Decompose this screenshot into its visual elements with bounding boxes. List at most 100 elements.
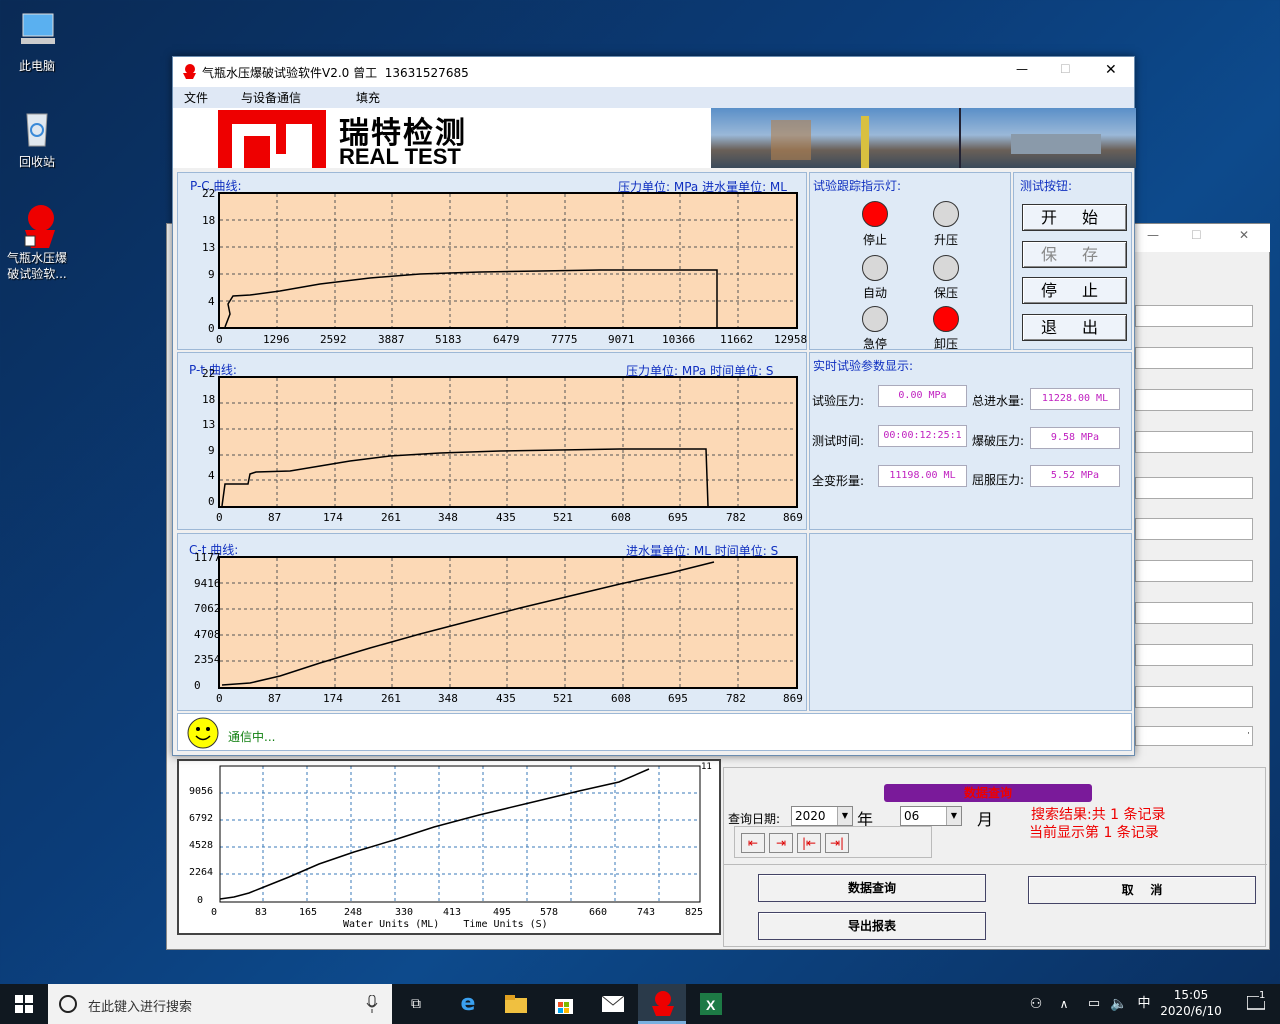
taskbar-app-active[interactable] (638, 984, 686, 1024)
record-field[interactable] (1135, 431, 1253, 453)
task-view-icon[interactable]: ⧉ (392, 984, 440, 1024)
pt-xtick: 261 (381, 511, 401, 524)
yield-pressure-value: 5.52 MPa (1030, 465, 1120, 487)
record-field[interactable] (1135, 686, 1253, 708)
lamp-release (933, 306, 959, 332)
history-curve (219, 768, 650, 900)
desktop-icon-this-pc[interactable]: 此电脑 (2, 10, 72, 74)
record-field[interactable] (1135, 602, 1253, 624)
history-xtick: 578 (540, 907, 559, 918)
back-minimize-icon[interactable]: — (1147, 228, 1159, 242)
volume-icon[interactable]: 🔈 (1106, 984, 1132, 1024)
nav-group: ⇤ ⇥ |⇤ ⇥| (734, 826, 932, 858)
desktop-icon-label: 破试验软... (7, 267, 67, 281)
history-ytick: 2264 (189, 867, 214, 878)
pt-xtick: 348 (438, 511, 458, 524)
buttons-title: 测试按钮: (1020, 179, 1073, 193)
desktop-icon-recycle-bin[interactable]: 回收站 (2, 106, 72, 170)
menu-device-comm[interactable]: 与设备通信 (241, 89, 301, 106)
next-record-button[interactable]: ⇥ (769, 833, 793, 853)
file-explorer-icon[interactable] (492, 984, 540, 1024)
pt-xtick: 782 (726, 511, 746, 524)
pt-xtick: 435 (496, 511, 516, 524)
edge-icon[interactable]: e (444, 984, 492, 1024)
status-bar: 通信中... (177, 713, 1132, 751)
back-maximize-icon[interactable]: ☐ (1191, 228, 1202, 242)
history-xtick: 0 (211, 907, 218, 918)
pt-chart (220, 378, 796, 507)
app-icon (183, 64, 196, 79)
microphone-icon[interactable] (366, 995, 378, 1013)
month-select[interactable]: 06 ▼ (900, 806, 962, 826)
ct-xtick: 869 (783, 692, 803, 705)
history-xlabel: Water Units (ML) Time Units (S) (343, 919, 548, 930)
cancel-button[interactable]: 取 消 (1028, 876, 1256, 904)
pt-ytick: 22 (202, 367, 216, 380)
record-field[interactable] (1135, 389, 1253, 411)
mail-icon[interactable] (589, 984, 637, 1024)
first-record-button[interactable]: |⇤ (797, 833, 821, 853)
ct-xtick: 782 (726, 692, 746, 705)
ct-curve-panel: C-t 曲线: 进水量单位: ML 时间单位: S 1177 9416 7062… (177, 533, 807, 711)
clock[interactable]: 15:05 2020/6/10 (1158, 987, 1224, 1021)
total-water-label: 总进水量: (972, 394, 1025, 408)
pt-xtick: 608 (611, 511, 631, 524)
menu-fill[interactable]: 填充 (356, 89, 380, 106)
back-window-titlebar: — ☐ ✕ (1127, 224, 1270, 252)
exit-button[interactable]: 退 出 (1022, 314, 1127, 341)
record-field[interactable] (1135, 644, 1253, 666)
excel-icon[interactable]: X (687, 984, 735, 1024)
ct-xtick: 348 (438, 692, 458, 705)
test-time-value: 00:00:12:25:1 (878, 425, 967, 447)
start-button[interactable]: 开 始 (1022, 204, 1127, 231)
start-button[interactable] (0, 984, 48, 1024)
close-button[interactable]: ✕ (1105, 62, 1117, 78)
record-field[interactable] (1135, 347, 1253, 369)
date-label: 查询日期: (728, 812, 781, 826)
pc-ytick: 18 (202, 214, 216, 227)
pt-xtick: 174 (323, 511, 343, 524)
test-pressure-label: 试验压力: (812, 394, 865, 408)
back-close-icon[interactable]: ✕ (1239, 228, 1249, 242)
month-value: 06 (904, 809, 920, 823)
record-select[interactable]: · (1135, 726, 1253, 746)
pc-xtick: 3887 (378, 333, 405, 346)
pc-ytick: 4 (208, 295, 215, 308)
ct-ytick: 9416 (194, 577, 221, 590)
store-icon[interactable] (540, 984, 588, 1024)
desktop-icon-label: 气瓶水压爆 (6, 251, 67, 265)
desktop-icon-app[interactable]: 气瓶水压爆 破试验软... (2, 202, 72, 282)
record-field[interactable] (1135, 305, 1253, 327)
maximize-button[interactable]: ☐ (1060, 62, 1071, 76)
record-field[interactable] (1135, 518, 1253, 540)
ct-plot (218, 556, 798, 689)
pc-curve (224, 269, 718, 328)
minimize-button[interactable]: — (1016, 62, 1028, 76)
history-xtick: 413 (443, 907, 462, 918)
ct-ytick: 1177 (194, 551, 221, 564)
query-button[interactable]: 数据查询 (758, 874, 986, 902)
tray-chevron-icon[interactable]: ∧ (1052, 984, 1076, 1024)
history-xtick: 165 (299, 907, 318, 918)
main-window: 气瓶水压爆破试验软件V2.0 曾工 13631527685 — ☐ ✕ 文件 与… (172, 56, 1136, 756)
network-icon[interactable]: ▭ (1082, 984, 1106, 1024)
pt-ytick: 0 (208, 495, 215, 508)
month-unit: 月 (977, 810, 994, 829)
ime-indicator[interactable]: 中 (1132, 984, 1156, 1024)
save-button[interactable]: 保 存 (1022, 241, 1127, 268)
notification-icon[interactable]: 1 (1232, 984, 1280, 1024)
history-xtick: 825 (685, 907, 704, 918)
lamp-raise-label: 升压 (933, 233, 958, 247)
menu-file[interactable]: 文件 (184, 89, 208, 106)
history-xtick: 83 (255, 907, 268, 918)
last-record-button[interactable]: ⇥| (825, 833, 849, 853)
history-xtick: 330 (395, 907, 414, 918)
stop-button[interactable]: 停 止 (1022, 277, 1127, 304)
year-select[interactable]: 2020 ▼ (791, 806, 853, 826)
export-report-button[interactable]: 导出报表 (758, 912, 986, 940)
record-field[interactable] (1135, 477, 1253, 499)
pt-ytick: 18 (202, 393, 216, 406)
prev-record-button[interactable]: ⇤ (741, 833, 765, 853)
taskbar-search[interactable]: 在此键入进行搜索 (48, 984, 392, 1024)
record-field[interactable] (1135, 560, 1253, 582)
